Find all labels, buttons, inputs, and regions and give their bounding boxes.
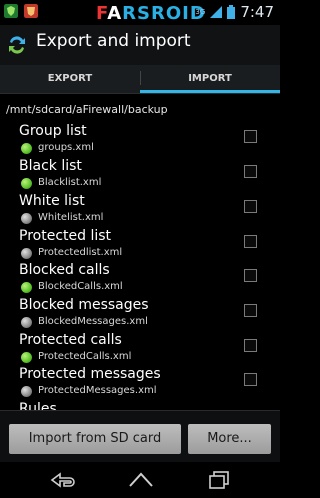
status-dot-icon (21, 143, 32, 154)
item-filename: groups.xml (38, 142, 94, 153)
active-tab-indicator (140, 90, 280, 93)
item-checkbox[interactable] (244, 373, 257, 386)
tab-divider (140, 71, 141, 85)
tab-export-label: EXPORT (47, 73, 93, 84)
item-name: Blocked messages (19, 297, 149, 313)
item-checkbox[interactable] (244, 235, 257, 248)
item-filename: ProtectedMessages.xml (38, 385, 157, 396)
status-dot-icon (21, 386, 32, 397)
import-from-sd-button[interactable]: Import from SD card (9, 424, 181, 454)
tab-export[interactable]: EXPORT (0, 65, 140, 93)
button-bar: Import from SD card More... (0, 410, 280, 463)
item-name: Black list (19, 158, 82, 174)
list-item[interactable]: Protected messages ProtectedMessages.xml (0, 366, 280, 400)
tab-import[interactable]: IMPORT (140, 65, 280, 93)
firewall-notification-icon (24, 4, 38, 18)
item-name: Protected calls (19, 332, 122, 348)
tab-import-label: IMPORT (188, 73, 232, 84)
status-dot-icon (21, 213, 32, 224)
backup-list[interactable]: Group list groups.xml Black list Blackli… (0, 123, 280, 410)
tab-bar: EXPORT IMPORT (0, 65, 280, 94)
item-checkbox[interactable] (244, 339, 257, 352)
item-filename: BlockedMessages.xml (38, 316, 148, 327)
item-checkbox[interactable] (244, 130, 257, 143)
list-item[interactable]: Protected list Protectedlist.xml (0, 228, 280, 262)
item-filename: Whitelist.xml (38, 212, 104, 223)
watermark-logo: FARSROID (96, 3, 206, 24)
recent-apps-icon[interactable] (204, 468, 234, 492)
network-type: 3G (195, 8, 206, 16)
status-dot-icon (21, 352, 32, 363)
navigation-bar (0, 462, 280, 498)
list-item[interactable]: Black list Blacklist.xml (0, 158, 280, 192)
status-dot-icon (21, 282, 32, 293)
item-filename: Blacklist.xml (38, 177, 102, 188)
back-icon[interactable] (48, 468, 78, 492)
status-dot-icon (21, 178, 32, 189)
item-name: Rules (19, 401, 57, 410)
item-checkbox[interactable] (244, 269, 257, 282)
backup-path: /mnt/sdcard/aFirewall/backup (6, 103, 168, 116)
item-name: Protected messages (19, 366, 161, 382)
list-item[interactable]: Protected calls ProtectedCalls.xml (0, 332, 280, 366)
export-import-icon[interactable] (6, 34, 28, 56)
page-title: Export and import (36, 31, 191, 51)
item-checkbox[interactable] (244, 200, 257, 213)
signal-icon (210, 6, 223, 18)
list-item[interactable]: Blocked messages BlockedMessages.xml (0, 297, 280, 331)
shield-app-icon (4, 4, 18, 18)
item-filename: BlockedCalls.xml (38, 281, 123, 292)
item-name: Blocked calls (19, 262, 110, 278)
list-item[interactable]: Group list groups.xml (0, 123, 280, 157)
list-item[interactable]: White list Whitelist.xml (0, 193, 280, 227)
action-bar: Export and import (0, 25, 280, 65)
more-button[interactable]: More... (188, 424, 271, 454)
clock: 7:47 (240, 3, 274, 21)
item-name: White list (19, 193, 85, 209)
item-filename: Protectedlist.xml (38, 247, 123, 258)
battery-icon (227, 5, 236, 19)
item-checkbox[interactable] (244, 304, 257, 317)
list-item[interactable]: Rules (0, 401, 280, 410)
status-dot-icon (21, 317, 32, 328)
list-item[interactable]: Blocked calls BlockedCalls.xml (0, 262, 280, 296)
home-icon[interactable] (126, 468, 156, 492)
notification-icons (4, 4, 38, 18)
item-checkbox[interactable] (244, 165, 257, 178)
item-name: Protected list (19, 228, 112, 244)
status-dot-icon (21, 248, 32, 259)
item-filename: ProtectedCalls.xml (38, 351, 132, 362)
status-indicators: 3G 7:47 (195, 3, 274, 21)
status-bar: FARSROID 3G 7:47 (0, 0, 280, 25)
item-name: Group list (19, 123, 87, 139)
